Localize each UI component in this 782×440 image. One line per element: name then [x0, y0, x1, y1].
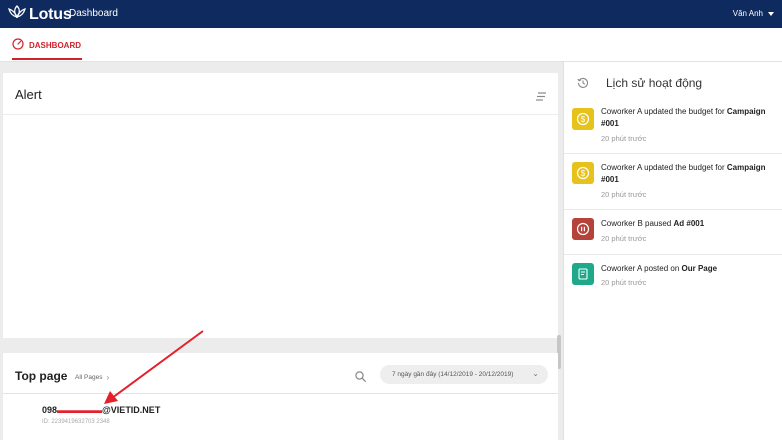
- all-pages-label: All Pages: [75, 374, 103, 381]
- email-suffix: @VIETID.NET: [102, 405, 161, 415]
- activity-time: 20 phút trước: [601, 234, 647, 243]
- lotus-logo[interactable]: Lotus: [8, 4, 72, 25]
- alert-panel: Alert: [3, 73, 558, 338]
- alert-header: Alert: [3, 73, 558, 115]
- top-page-panel: Top page All Pages › 7 ngày gần đây (14/…: [3, 353, 558, 440]
- all-pages-link[interactable]: All Pages ›: [75, 373, 109, 382]
- table-row[interactable]: 098▬▬▬▬▬@VIETID.NET ID: 2239419632703 23…: [3, 393, 558, 440]
- tab-dashboard[interactable]: DASHBOARD: [12, 38, 81, 52]
- activity-time: 20 phút trước: [601, 278, 647, 287]
- post-icon: [572, 263, 594, 285]
- user-name: Văn Anh: [732, 9, 763, 18]
- pause-icon: [572, 218, 594, 240]
- activity-title: Lịch sử hoạt động: [606, 76, 703, 90]
- list-icon[interactable]: [536, 88, 546, 106]
- top-page-title: Top page: [15, 369, 68, 383]
- activity-text: Coworker A updated the budget for Campai…: [601, 163, 766, 184]
- activity-time: 20 phút trước: [601, 190, 647, 199]
- activity-text: Coworker B paused Ad #001: [601, 219, 705, 228]
- page-id: ID: 2239419632703 2348: [42, 419, 110, 425]
- activity-text: Coworker A updated the budget for Campai…: [601, 107, 766, 128]
- page-email: 098▬▬▬▬▬@VIETID.NET: [42, 405, 160, 415]
- lotus-logo-icon: [8, 4, 26, 25]
- caret-down-icon: [768, 11, 774, 16]
- chevron-right-icon: ›: [106, 373, 110, 382]
- activity-text: Coworker A posted on Our Page: [601, 264, 718, 273]
- breadcrumb[interactable]: Dashboard: [69, 8, 118, 19]
- gauge-icon: [12, 38, 24, 52]
- svg-text:$: $: [581, 115, 586, 124]
- user-menu[interactable]: Văn Anh: [733, 9, 774, 18]
- coin-icon: $: [572, 108, 594, 130]
- activity-header: Lịch sử hoạt động: [564, 62, 782, 100]
- history-icon: [577, 76, 589, 94]
- date-range-select[interactable]: 7 ngày gần đây (14/12/2019 - 20/12/2019)…: [380, 365, 548, 384]
- chevron-down-icon: ⌄: [532, 369, 539, 378]
- activity-item[interactable]: Coworker B paused Ad #001 20 phút trước: [564, 210, 782, 255]
- activity-time: 20 phút trước: [601, 134, 647, 143]
- coin-icon: $: [572, 162, 594, 184]
- date-range-value: 7 ngày gần đây (14/12/2019 - 20/12/2019): [392, 371, 514, 378]
- activity-item[interactable]: $ Coworker A updated the budget for Camp…: [564, 154, 782, 210]
- activity-item[interactable]: $ Coworker A updated the budget for Camp…: [564, 102, 782, 154]
- logo-text: Lotus: [29, 5, 72, 23]
- top-navbar: Lotus Dashboard Văn Anh: [0, 0, 782, 28]
- activity-panel: Lịch sử hoạt động $ Coworker A updated t…: [563, 62, 782, 440]
- tab-bar: DASHBOARD: [0, 28, 782, 62]
- tab-label: DASHBOARD: [29, 40, 81, 50]
- search-icon[interactable]: [355, 369, 366, 387]
- svg-text:$: $: [581, 169, 586, 178]
- email-prefix: 098: [42, 405, 58, 415]
- alert-title: Alert: [15, 87, 42, 102]
- email-redaction: ▬▬▬▬▬: [57, 405, 103, 415]
- active-tab-indicator: [12, 58, 82, 60]
- activity-item[interactable]: Coworker A posted on Our Page 20 phút tr…: [564, 255, 782, 299]
